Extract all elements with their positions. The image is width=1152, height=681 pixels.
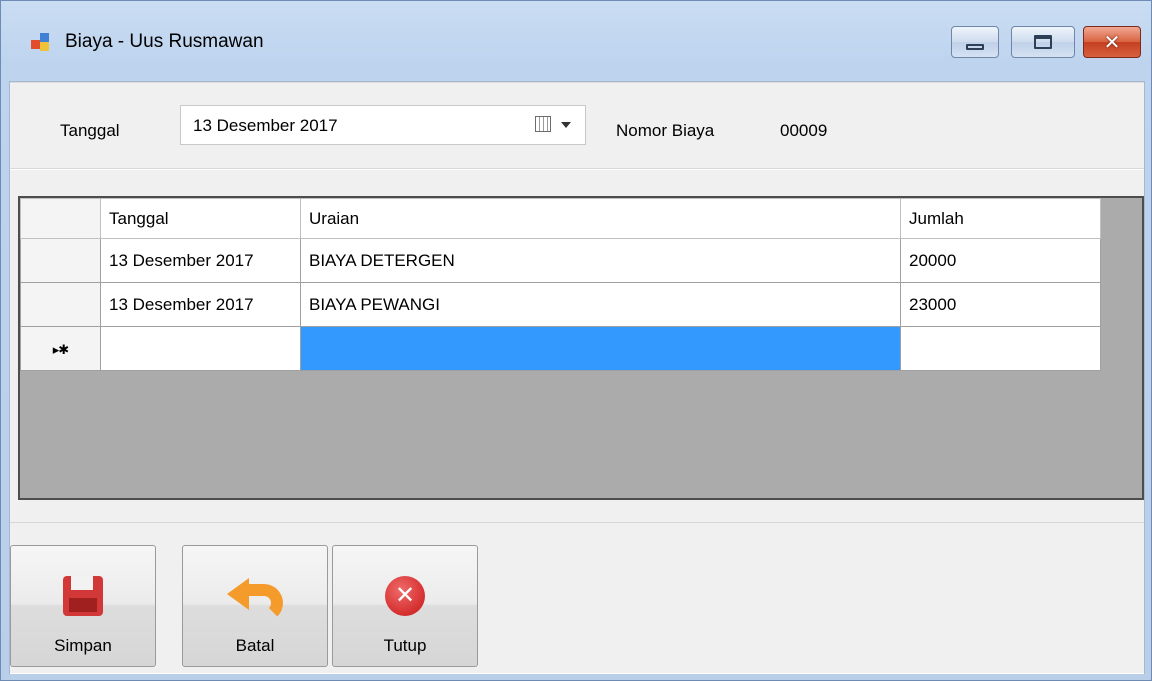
tanggal-date-picker[interactable]: 13 Desember 2017	[180, 105, 586, 145]
table-row[interactable]: 13 Desember 2017 BIAYA PEWANGI 23000	[20, 282, 1101, 327]
row-header[interactable]	[20, 282, 101, 327]
minimize-button[interactable]	[951, 26, 999, 58]
floppy-disk-icon	[63, 576, 103, 616]
new-row-marker-icon: ▸✱	[52, 341, 69, 357]
cell-jumlah[interactable]: 23000	[900, 282, 1101, 327]
action-group: Simpan Batal ✕ Tutup	[10, 522, 1144, 674]
cell-jumlah-new[interactable]	[900, 326, 1101, 371]
tutup-button[interactable]: ✕ Tutup	[332, 545, 478, 667]
row-header[interactable]	[20, 238, 101, 283]
simpan-button[interactable]: Simpan	[10, 545, 156, 667]
cell-uraian-selected[interactable]	[300, 326, 901, 371]
new-row-header[interactable]: ▸✱	[20, 326, 101, 371]
batal-label: Batal	[235, 636, 275, 655]
cell-tanggal-new[interactable]	[100, 326, 301, 371]
grid-corner-cell[interactable]	[20, 198, 101, 239]
window-title: Biaya - Uus Rusmawan	[65, 31, 264, 52]
simpan-label: Simpan	[54, 636, 112, 655]
app-window: Biaya - Uus Rusmawan ✕ Tanggal 13 Desemb…	[0, 0, 1152, 681]
maximize-icon	[1034, 35, 1052, 49]
header-group: Tanggal 13 Desember 2017 Nomor Biaya 000…	[10, 82, 1144, 170]
tanggal-label: Tanggal	[60, 121, 120, 140]
dropdown-arrow-icon[interactable]	[561, 122, 571, 128]
close-button[interactable]: ✕	[1083, 26, 1141, 58]
column-header-uraian[interactable]: Uraian	[300, 198, 901, 239]
undo-arrow-icon	[227, 576, 283, 622]
cell-uraian[interactable]: BIAYA PEWANGI	[300, 282, 901, 327]
grid-table: Tanggal Uraian Jumlah 13 Desember 2017 B…	[20, 198, 1101, 371]
tutup-label: Tutup	[383, 636, 427, 655]
cell-tanggal[interactable]: 13 Desember 2017	[100, 282, 301, 327]
grid-header-row: Tanggal Uraian Jumlah	[20, 198, 1101, 239]
column-header-jumlah[interactable]: Jumlah	[900, 198, 1101, 239]
batal-button[interactable]: Batal	[182, 545, 328, 667]
cell-tanggal[interactable]: 13 Desember 2017	[100, 238, 301, 283]
minimize-icon	[966, 44, 984, 50]
table-row[interactable]: 13 Desember 2017 BIAYA DETERGEN 20000	[20, 238, 1101, 283]
calendar-icon[interactable]	[535, 116, 551, 132]
maximize-button[interactable]	[1011, 26, 1075, 58]
title-bar[interactable]: Biaya - Uus Rusmawan ✕	[1, 1, 1151, 81]
nomor-biaya-value: 00009	[780, 121, 828, 140]
close-icon: ✕	[1103, 31, 1121, 54]
app-icon[interactable]	[31, 33, 53, 55]
column-header-tanggal[interactable]: Tanggal	[100, 198, 301, 239]
form-client-area: Tanggal 13 Desember 2017 Nomor Biaya 000…	[9, 81, 1145, 674]
new-row[interactable]: ▸✱	[20, 326, 1101, 371]
cell-jumlah[interactable]: 20000	[900, 238, 1101, 283]
nomor-biaya-label: Nomor Biaya	[616, 121, 715, 140]
cell-uraian[interactable]: BIAYA DETERGEN	[300, 238, 901, 283]
close-circle-icon: ✕	[385, 576, 425, 616]
biaya-data-grid[interactable]: Tanggal Uraian Jumlah 13 Desember 2017 B…	[18, 196, 1144, 500]
tanggal-value: 13 Desember 2017	[193, 116, 338, 135]
